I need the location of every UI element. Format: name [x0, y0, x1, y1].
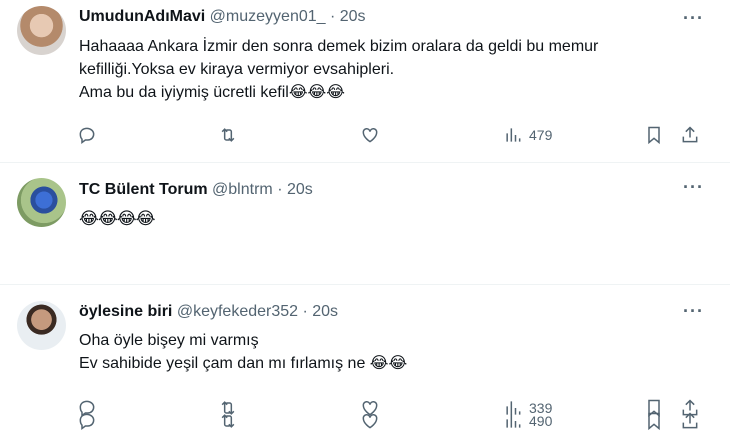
retweet-icon[interactable]	[218, 123, 238, 147]
tweet-line: Ama bu da iyiymiş ücretli kefil😂😂😂	[79, 84, 345, 101]
more-icon[interactable]: ···	[683, 177, 704, 198]
tweet-header: öylesine biri @keyfekeder352 · 20s	[79, 303, 338, 321]
share-icon[interactable]	[680, 396, 700, 420]
share-icon[interactable]	[680, 123, 700, 147]
tweet[interactable]: UmudunAdıMavi @muzeyyen01_ · 20s ··· Hah…	[0, 0, 730, 163]
like-icon[interactable]	[360, 123, 380, 147]
tweet-line: kefilliği.Yoksa ev kiraya vermiyor evsah…	[79, 61, 395, 78]
author-handle[interactable]: @keyfekeder352	[177, 303, 298, 320]
author-handle[interactable]: @blntrm	[212, 181, 273, 198]
views-count: 479	[529, 127, 553, 143]
tweet-text: 😂😂😂😂	[79, 207, 699, 230]
avatar[interactable]	[17, 6, 66, 55]
views-count: 339	[529, 400, 553, 416]
tweet[interactable]: TC Bülent Torum @blntrm · 20s ··· 😂😂😂😂 4…	[0, 163, 730, 431]
tweet-text: Hahaaaa Ankara İzmir den sonra demek biz…	[79, 35, 699, 104]
reply-icon[interactable]	[77, 396, 97, 420]
tweet-line: Oha öyle bişey mi varmış	[79, 332, 259, 349]
like-icon[interactable]	[360, 396, 380, 420]
tweet-line: Hahaaaa Ankara İzmir den sonra demek biz…	[79, 38, 599, 55]
tweet-text: Oha öyle bişey mi varmış Ev sahibide yeş…	[79, 329, 699, 375]
author-name[interactable]: UmudunAdıMavi	[79, 8, 205, 25]
views-button[interactable]: 479	[503, 123, 552, 147]
tweet-line: Ev sahibide yeşil çam dan mı fırlamış ne…	[79, 355, 408, 372]
tweet-header: UmudunAdıMavi @muzeyyen01_ · 20s	[79, 8, 366, 26]
reply-icon[interactable]	[77, 123, 97, 147]
bookmark-icon[interactable]	[644, 123, 664, 147]
timestamp[interactable]: · 20s	[302, 303, 338, 320]
action-bar: 339	[0, 396, 730, 420]
author-name[interactable]: TC Bülent Torum	[79, 181, 208, 198]
more-icon[interactable]: ···	[683, 301, 704, 322]
timestamp[interactable]: · 20s	[330, 8, 366, 25]
more-icon[interactable]: ···	[683, 8, 704, 29]
action-bar: 479	[0, 123, 730, 147]
retweet-icon[interactable]	[218, 396, 238, 420]
tweet-header: TC Bülent Torum @blntrm · 20s	[79, 181, 313, 199]
avatar[interactable]	[17, 301, 66, 350]
author-handle[interactable]: @muzeyyen01_	[210, 8, 326, 25]
bookmark-icon[interactable]	[644, 396, 664, 420]
tweet-line: 😂😂😂😂	[79, 209, 155, 228]
views-icon	[506, 401, 521, 415]
avatar[interactable]	[17, 178, 66, 227]
views-button[interactable]: 339	[503, 396, 552, 420]
views-icon	[506, 128, 521, 142]
author-name[interactable]: öylesine biri	[79, 303, 172, 320]
timestamp[interactable]: · 20s	[277, 181, 313, 198]
